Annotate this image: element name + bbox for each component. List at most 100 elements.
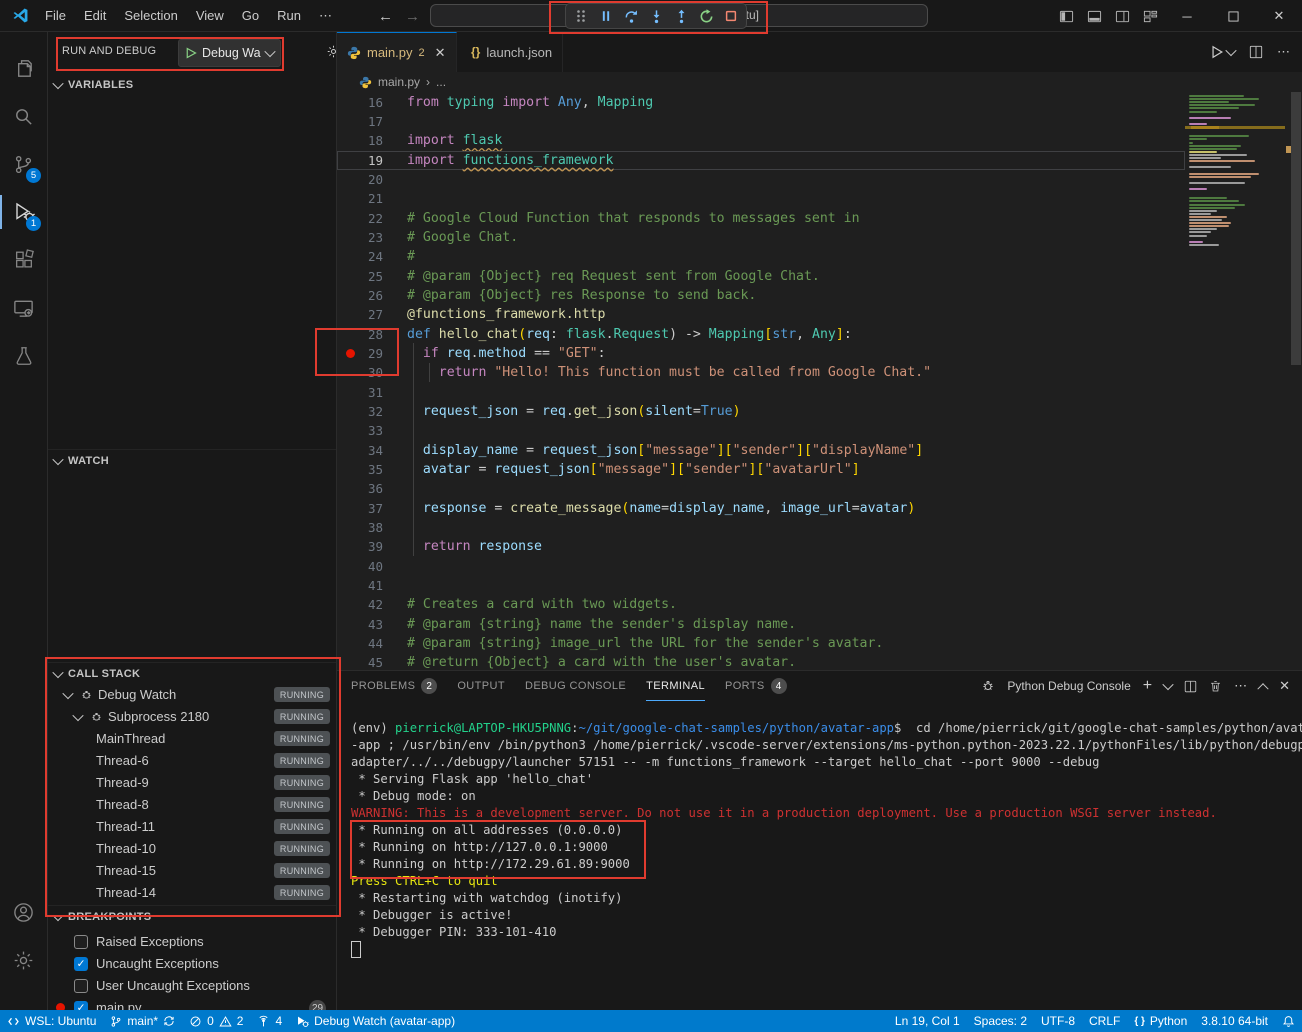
code-line[interactable]: 42# Creates a card with two widgets. — [337, 595, 1185, 614]
status-debug-status[interactable]: Debug Watch (avatar-app) — [289, 1010, 462, 1032]
checkbox[interactable] — [74, 935, 88, 949]
call-stack-item-thread-6[interactable]: Thread-6RUNNING — [48, 750, 336, 772]
status-ports[interactable]: 4 — [250, 1010, 289, 1032]
panel-tab-output[interactable]: OUTPUT — [457, 671, 505, 701]
extensions-icon[interactable] — [0, 236, 47, 284]
explorer-icon[interactable] — [0, 44, 47, 92]
code-line[interactable]: 31 — [337, 383, 1185, 402]
code-line[interactable]: 27@functions_framework.http — [337, 305, 1185, 324]
call-stack-item-mainthread[interactable]: MainThreadRUNNING — [48, 728, 336, 750]
code-line[interactable]: 35 avatar = request_json["message"]["sen… — [337, 460, 1185, 479]
status-branch[interactable]: main* — [103, 1010, 182, 1032]
code-line[interactable]: 26# @param {Object} res Response to send… — [337, 286, 1185, 305]
tab-close-icon[interactable]: ✕ — [435, 45, 446, 61]
call-stack-item-thread-14[interactable]: Thread-14RUNNING — [48, 882, 336, 904]
code-line[interactable]: 17 — [337, 112, 1185, 131]
call-stack-item-debug-watch[interactable]: Debug WatchRUNNING — [48, 684, 336, 706]
maximize-panel-icon[interactable] — [1257, 683, 1268, 694]
toggle-secondary-sidebar-icon[interactable] — [1108, 0, 1136, 32]
variables-section-header[interactable]: VARIABLES — [48, 74, 336, 96]
code-line[interactable]: 39 return response — [337, 537, 1185, 556]
status-cursor-position[interactable]: Ln 19, Col 1 — [888, 1010, 967, 1032]
code-line[interactable]: 45# @return {Object} a card with the use… — [337, 653, 1185, 670]
status-notifications[interactable] — [1275, 1010, 1302, 1032]
breakpoint-item-user-uncaught-exceptions[interactable]: User Uncaught Exceptions — [48, 975, 336, 997]
status-problems[interactable]: 02 — [182, 1010, 250, 1032]
code-line[interactable]: 38 — [337, 518, 1185, 537]
code-editor[interactable]: 16from typing import Any, Mapping1718imp… — [337, 92, 1185, 670]
settings-gear-icon[interactable] — [0, 936, 47, 984]
call-stack-item-thread-8[interactable]: Thread-8RUNNING — [48, 794, 336, 816]
code-line[interactable]: 43# @param {string} name the sender's di… — [337, 615, 1185, 634]
code-line[interactable]: 24# — [337, 247, 1185, 266]
minimap[interactable] — [1185, 92, 1285, 670]
menu-view[interactable]: View — [187, 0, 233, 32]
code-line[interactable]: 29 if req.method == "GET": — [337, 344, 1185, 363]
call-stack-item-thread-15[interactable]: Thread-15RUNNING — [48, 860, 336, 882]
menu-file[interactable]: File — [36, 0, 75, 32]
code-line[interactable]: 20 — [337, 170, 1185, 189]
status-encoding[interactable]: UTF-8 — [1034, 1010, 1082, 1032]
step-into-icon[interactable] — [648, 8, 664, 24]
pause-icon[interactable] — [598, 8, 614, 24]
status-remote[interactable]: WSL: Ubuntu — [0, 1010, 103, 1032]
menu-selection[interactable]: Selection — [115, 0, 186, 32]
code-line[interactable]: 37 response = create_message(name=displa… — [337, 499, 1185, 518]
call-stack-item-thread-10[interactable]: Thread-10RUNNING — [48, 838, 336, 860]
code-line[interactable]: 25# @param {Object} req Request sent fro… — [337, 267, 1185, 286]
step-out-icon[interactable] — [673, 8, 689, 24]
terminal-output[interactable]: (env) pierrick@LAPTOP-HKU5PNNG:~/git/goo… — [337, 701, 1302, 1010]
customize-layout-icon[interactable] — [1136, 0, 1164, 32]
call-stack-item-thread-9[interactable]: Thread-9RUNNING — [48, 772, 336, 794]
status-language[interactable]: { }Python — [1127, 1010, 1194, 1032]
restart-icon[interactable] — [698, 8, 714, 24]
split-editor-icon[interactable] — [1249, 45, 1263, 59]
code-line[interactable]: 16from typing import Any, Mapping — [337, 93, 1185, 112]
kill-terminal-icon[interactable] — [1209, 680, 1222, 693]
new-terminal-icon[interactable]: + — [1143, 677, 1152, 695]
source-control-icon[interactable]: 5 — [0, 140, 47, 188]
breakpoint-item-main-py[interactable]: ✓main.py29 — [48, 997, 336, 1010]
close-panel-icon[interactable]: ✕ — [1279, 678, 1290, 694]
chevron-down-icon[interactable] — [72, 710, 83, 721]
panel-tab-terminal[interactable]: TERMINAL — [646, 671, 705, 701]
run-and-debug-icon[interactable]: 1 — [0, 188, 47, 236]
code-line[interactable]: 28def hello_chat(req: flask.Request) -> … — [337, 325, 1185, 344]
menu-edit[interactable]: Edit — [75, 0, 115, 32]
chevron-down-icon[interactable] — [62, 688, 73, 699]
code-line[interactable]: 40 — [337, 557, 1185, 576]
stop-icon[interactable] — [723, 8, 739, 24]
call-stack-section-header[interactable]: CALL STACK — [48, 662, 336, 684]
accounts-icon[interactable] — [0, 888, 47, 936]
panel-tab-problems[interactable]: PROBLEMS2 — [351, 671, 437, 701]
code-line[interactable]: 30 return "Hello! This function must be … — [337, 363, 1185, 382]
go-forward-icon[interactable]: → — [405, 8, 420, 25]
editor-scrollbar[interactable] — [1291, 92, 1301, 365]
terminal-instance-label[interactable]: Python Debug Console — [1007, 679, 1130, 693]
checkbox[interactable]: ✓ — [74, 957, 88, 971]
maximize-button[interactable] — [1210, 0, 1256, 32]
close-button[interactable]: ✕ — [1256, 0, 1302, 32]
remote-explorer-icon[interactable] — [0, 284, 47, 332]
code-line[interactable]: 32 request_json = req.get_json(silent=Tr… — [337, 402, 1185, 421]
code-line[interactable]: 18import flask — [337, 131, 1185, 150]
menu-run[interactable]: Run — [268, 0, 310, 32]
status-python-version[interactable]: 3.8.10 64-bit — [1194, 1010, 1275, 1032]
minimize-button[interactable]: ─ — [1164, 0, 1210, 32]
checkbox[interactable] — [74, 979, 88, 993]
code-line[interactable]: 41 — [337, 576, 1185, 595]
watch-section-header[interactable]: WATCH — [48, 449, 336, 471]
panel-tab-debug-console[interactable]: DEBUG CONSOLE — [525, 671, 626, 701]
status-indentation[interactable]: Spaces: 2 — [967, 1010, 1034, 1032]
menu-go[interactable]: Go — [233, 0, 268, 32]
drag-handle-icon[interactable] — [573, 8, 589, 24]
panel-tab-ports[interactable]: PORTS4 — [725, 671, 787, 701]
menu-more[interactable]: ⋯ — [310, 0, 341, 32]
code-line[interactable]: 33 — [337, 421, 1185, 440]
breakpoints-section-header[interactable]: BREAKPOINTS — [48, 905, 336, 927]
tab-launch.json[interactable]: {}launch.json — [461, 32, 563, 72]
code-line[interactable]: 22# Google Cloud Function that responds … — [337, 209, 1185, 228]
breadcrumb-file[interactable]: main.py — [378, 75, 420, 89]
breakpoint-item-uncaught-exceptions[interactable]: ✓Uncaught Exceptions — [48, 953, 336, 975]
breadcrumb-tail[interactable]: ... — [436, 75, 446, 89]
